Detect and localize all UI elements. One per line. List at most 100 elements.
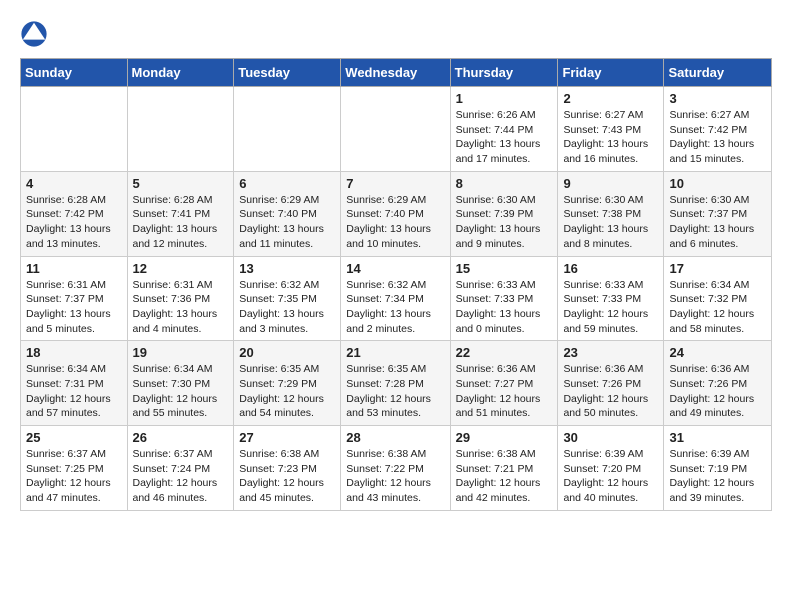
calendar-cell: 25 Sunrise: 6:37 AM Sunset: 7:25 PM Dayli… [21, 426, 128, 511]
calendar-cell: 5Sunrise: 6:28 AM Sunset: 7:41 PM Daylig… [127, 171, 234, 256]
day-number: 21 [346, 345, 444, 360]
calendar-cell: 29 Sunrise: 6:38 AM Sunset: 7:21 PM Dayli… [450, 426, 558, 511]
day-number: 26 [133, 430, 229, 445]
day-number: 22 [456, 345, 553, 360]
calendar-week-5: 25 Sunrise: 6:37 AM Sunset: 7:25 PM Dayli… [21, 426, 772, 511]
day-number: 25 [26, 430, 122, 445]
cell-content: Sunrise: 6:38 AM Sunset: 7:23 PM Dayligh… [239, 447, 335, 506]
calendar-cell [21, 87, 128, 172]
calendar-cell: 15Sunrise: 6:33 AM Sunset: 7:33 PM Dayli… [450, 256, 558, 341]
day-number: 2 [563, 91, 658, 106]
day-number: 10 [669, 176, 766, 191]
cell-content: Sunrise: 6:36 AM Sunset: 7:26 PM Dayligh… [563, 362, 658, 421]
day-number: 28 [346, 430, 444, 445]
day-number: 31 [669, 430, 766, 445]
calendar-cell: 16 Sunrise: 6:33 AM Sunset: 7:33 PM Dayli… [558, 256, 664, 341]
calendar-cell: 6Sunrise: 6:29 AM Sunset: 7:40 PM Daylig… [234, 171, 341, 256]
weekday-header-thursday: Thursday [450, 59, 558, 87]
cell-content: Sunrise: 6:29 AM Sunset: 7:40 PM Dayligh… [346, 193, 444, 252]
calendar-week-2: 4Sunrise: 6:28 AM Sunset: 7:42 PM Daylig… [21, 171, 772, 256]
weekday-header-friday: Friday [558, 59, 664, 87]
calendar-cell: 12 Sunrise: 6:31 AM Sunset: 7:36 PM Dayli… [127, 256, 234, 341]
cell-content: Sunrise: 6:37 AM Sunset: 7:25 PM Dayligh… [26, 447, 122, 506]
cell-content: Sunrise: 6:35 AM Sunset: 7:29 PM Dayligh… [239, 362, 335, 421]
calendar-week-3: 11 Sunrise: 6:31 AM Sunset: 7:37 PM Dayli… [21, 256, 772, 341]
day-number: 18 [26, 345, 122, 360]
cell-content: Sunrise: 6:34 AM Sunset: 7:30 PM Dayligh… [133, 362, 229, 421]
calendar-table: SundayMondayTuesdayWednesdayThursdayFrid… [20, 58, 772, 511]
calendar-cell: 31 Sunrise: 6:39 AM Sunset: 7:19 PM Dayli… [664, 426, 772, 511]
day-number: 3 [669, 91, 766, 106]
cell-content: Sunrise: 6:29 AM Sunset: 7:40 PM Dayligh… [239, 193, 335, 252]
cell-content: Sunrise: 6:31 AM Sunset: 7:36 PM Dayligh… [133, 278, 229, 337]
cell-content: Sunrise: 6:39 AM Sunset: 7:19 PM Dayligh… [669, 447, 766, 506]
calendar-cell: 21 Sunrise: 6:35 AM Sunset: 7:28 PM Dayli… [341, 341, 450, 426]
cell-content: Sunrise: 6:38 AM Sunset: 7:22 PM Dayligh… [346, 447, 444, 506]
calendar-cell: 30 Sunrise: 6:39 AM Sunset: 7:20 PM Dayli… [558, 426, 664, 511]
calendar-header-row: SundayMondayTuesdayWednesdayThursdayFrid… [21, 59, 772, 87]
logo [20, 20, 52, 48]
day-number: 23 [563, 345, 658, 360]
calendar-cell: 19Sunrise: 6:34 AM Sunset: 7:30 PM Dayli… [127, 341, 234, 426]
cell-content: Sunrise: 6:38 AM Sunset: 7:21 PM Dayligh… [456, 447, 553, 506]
day-number: 12 [133, 261, 229, 276]
weekday-header-tuesday: Tuesday [234, 59, 341, 87]
calendar-cell: 9Sunrise: 6:30 AM Sunset: 7:38 PM Daylig… [558, 171, 664, 256]
day-number: 8 [456, 176, 553, 191]
weekday-header-monday: Monday [127, 59, 234, 87]
calendar-cell: 18 Sunrise: 6:34 AM Sunset: 7:31 PM Dayli… [21, 341, 128, 426]
calendar-cell: 4Sunrise: 6:28 AM Sunset: 7:42 PM Daylig… [21, 171, 128, 256]
calendar-cell: 24 Sunrise: 6:36 AM Sunset: 7:26 PM Dayli… [664, 341, 772, 426]
cell-content: Sunrise: 6:36 AM Sunset: 7:26 PM Dayligh… [669, 362, 766, 421]
calendar-cell [341, 87, 450, 172]
weekday-header-sunday: Sunday [21, 59, 128, 87]
calendar-cell: 1 Sunrise: 6:26 AM Sunset: 7:44 PM Daylig… [450, 87, 558, 172]
calendar-cell: 27 Sunrise: 6:38 AM Sunset: 7:23 PM Dayli… [234, 426, 341, 511]
cell-content: Sunrise: 6:26 AM Sunset: 7:44 PM Dayligh… [456, 108, 553, 167]
cell-content: Sunrise: 6:34 AM Sunset: 7:32 PM Dayligh… [669, 278, 766, 337]
cell-content: Sunrise: 6:30 AM Sunset: 7:37 PM Dayligh… [669, 193, 766, 252]
calendar-cell: 8 Sunrise: 6:30 AM Sunset: 7:39 PM Daylig… [450, 171, 558, 256]
day-number: 27 [239, 430, 335, 445]
logo-icon [20, 20, 48, 48]
day-number: 7 [346, 176, 444, 191]
calendar-cell: 26Sunrise: 6:37 AM Sunset: 7:24 PM Dayli… [127, 426, 234, 511]
cell-content: Sunrise: 6:36 AM Sunset: 7:27 PM Dayligh… [456, 362, 553, 421]
weekday-header-wednesday: Wednesday [341, 59, 450, 87]
calendar-cell: 13 Sunrise: 6:32 AM Sunset: 7:35 PM Dayli… [234, 256, 341, 341]
cell-content: Sunrise: 6:33 AM Sunset: 7:33 PM Dayligh… [563, 278, 658, 337]
cell-content: Sunrise: 6:39 AM Sunset: 7:20 PM Dayligh… [563, 447, 658, 506]
day-number: 13 [239, 261, 335, 276]
cell-content: Sunrise: 6:35 AM Sunset: 7:28 PM Dayligh… [346, 362, 444, 421]
day-number: 15 [456, 261, 553, 276]
day-number: 1 [456, 91, 553, 106]
cell-content: Sunrise: 6:27 AM Sunset: 7:43 PM Dayligh… [563, 108, 658, 167]
page-header [20, 20, 772, 48]
day-number: 30 [563, 430, 658, 445]
calendar-cell: 3 Sunrise: 6:27 AM Sunset: 7:42 PM Daylig… [664, 87, 772, 172]
day-number: 11 [26, 261, 122, 276]
calendar-cell: 11 Sunrise: 6:31 AM Sunset: 7:37 PM Dayli… [21, 256, 128, 341]
cell-content: Sunrise: 6:32 AM Sunset: 7:35 PM Dayligh… [239, 278, 335, 337]
calendar-cell [234, 87, 341, 172]
day-number: 9 [563, 176, 658, 191]
calendar-week-1: 1 Sunrise: 6:26 AM Sunset: 7:44 PM Daylig… [21, 87, 772, 172]
day-number: 16 [563, 261, 658, 276]
calendar-cell: 10 Sunrise: 6:30 AM Sunset: 7:37 PM Dayli… [664, 171, 772, 256]
cell-content: Sunrise: 6:31 AM Sunset: 7:37 PM Dayligh… [26, 278, 122, 337]
calendar-cell: 23 Sunrise: 6:36 AM Sunset: 7:26 PM Dayli… [558, 341, 664, 426]
day-number: 29 [456, 430, 553, 445]
day-number: 17 [669, 261, 766, 276]
day-number: 24 [669, 345, 766, 360]
day-number: 4 [26, 176, 122, 191]
calendar-cell: 7 Sunrise: 6:29 AM Sunset: 7:40 PM Daylig… [341, 171, 450, 256]
cell-content: Sunrise: 6:30 AM Sunset: 7:39 PM Dayligh… [456, 193, 553, 252]
day-number: 5 [133, 176, 229, 191]
calendar-cell: 14Sunrise: 6:32 AM Sunset: 7:34 PM Dayli… [341, 256, 450, 341]
day-number: 20 [239, 345, 335, 360]
cell-content: Sunrise: 6:27 AM Sunset: 7:42 PM Dayligh… [669, 108, 766, 167]
cell-content: Sunrise: 6:34 AM Sunset: 7:31 PM Dayligh… [26, 362, 122, 421]
calendar-cell: 20 Sunrise: 6:35 AM Sunset: 7:29 PM Dayli… [234, 341, 341, 426]
calendar-cell: 17 Sunrise: 6:34 AM Sunset: 7:32 PM Dayli… [664, 256, 772, 341]
calendar-week-4: 18 Sunrise: 6:34 AM Sunset: 7:31 PM Dayli… [21, 341, 772, 426]
